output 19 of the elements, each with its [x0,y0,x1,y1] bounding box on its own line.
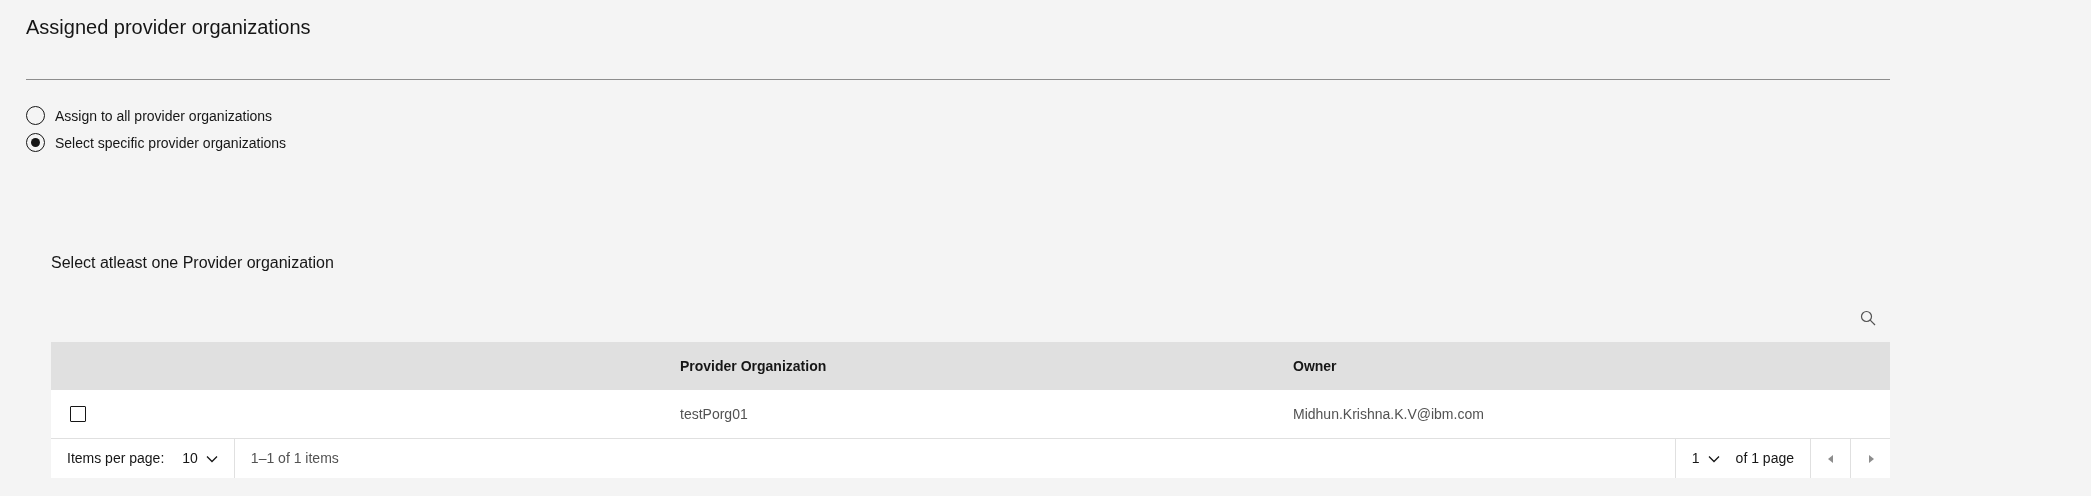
table-cell: testPorg01 [680,405,748,422]
column-header[interactable]: Provider Organization [680,357,827,374]
items-per-page-select[interactable]: 10 [182,448,234,469]
row-checkbox[interactable] [70,406,86,422]
chevron-down-icon [205,454,218,463]
item-range: 1–1 of 1 items [250,449,339,468]
search-icon[interactable] [1860,310,1876,326]
radio-option[interactable]: Select specific provider organizations [26,133,287,152]
radio-option[interactable]: Assign to all provider organizations [26,106,273,125]
caret-right-icon [1867,454,1874,463]
page-count: of 1 page [1735,449,1794,468]
table-title: Select atleast one Provider organization [51,253,335,273]
items-per-page-label: Items per page: [67,449,165,468]
table-cell: Midhun.Krishna.K.V@ibm.com [1293,405,1484,422]
chevron-down-icon [1707,454,1720,463]
caret-left-icon [1827,454,1834,463]
column-header[interactable]: Owner [1293,357,1337,374]
page-select[interactable]: 1 [1691,448,1720,469]
section-heading: Assigned provider organizations [26,15,312,40]
